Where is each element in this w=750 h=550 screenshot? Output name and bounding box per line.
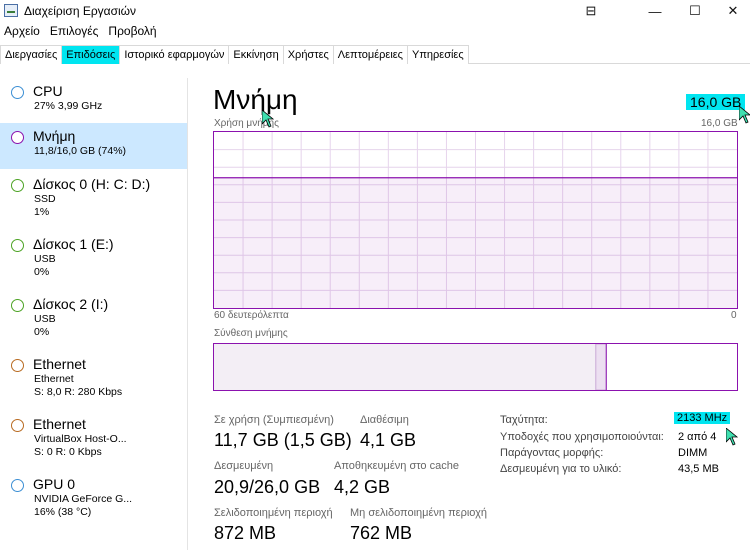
- hardware-reserved-label: Δεσμευμένη για το υλικό:: [500, 463, 622, 475]
- form-factor-value: DIMM: [678, 447, 708, 459]
- task-manager-icon: [4, 4, 18, 17]
- menu-bar: Αρχείο Επιλογές Προβολή: [0, 24, 163, 42]
- speed-value: 2133 MHz: [674, 412, 731, 424]
- committed-label: Δεσμευμένη: [214, 460, 274, 472]
- sidebar-item-ethernet-2[interactable]: Ethernet VirtualBox Host-O... S: 0 R: 0 …: [0, 411, 187, 458]
- disk-indicator-icon: [11, 299, 24, 312]
- tab-performance[interactable]: Επιδόσεις: [61, 45, 121, 64]
- tab-app-history[interactable]: Ιστορικό εφαρμογών: [119, 45, 230, 64]
- compact-view-icon[interactable]: ⊟: [568, 0, 614, 22]
- gpu-indicator-icon: [11, 479, 24, 492]
- menu-file[interactable]: Αρχείο: [0, 24, 46, 42]
- sidebar-item-detail: SSD: [34, 193, 56, 205]
- sidebar-item-usage: 0%: [34, 266, 50, 278]
- sidebar-item-detail: 27% 3,99 GHz: [34, 100, 103, 112]
- tab-services[interactable]: Υπηρεσίες: [406, 45, 469, 64]
- slots-value: 2 από 4: [678, 431, 717, 443]
- memory-composition-bar: [213, 343, 738, 391]
- memory-usage-chart: [213, 131, 738, 309]
- disk-indicator-icon: [11, 179, 24, 192]
- sidebar-item-ethernet-1[interactable]: Ethernet Ethernet S: 8,0 R: 280 Kbps: [0, 351, 187, 398]
- sidebar-item-label: Ethernet: [33, 416, 86, 432]
- sidebar-item-disk-2[interactable]: Δίσκος 2 (I:) USB 0%: [0, 291, 187, 338]
- sidebar-item-usage: 1%: [34, 206, 50, 218]
- non-paged-pool-label: Μη σελιδοποιημένη περιοχή: [350, 507, 487, 519]
- usage-area: [214, 177, 737, 308]
- sidebar-item-label: Δίσκος 0 (H: C: D:): [33, 176, 151, 192]
- sidebar-item-disk-1[interactable]: Δίσκος 1 (E:) USB 0%: [0, 231, 187, 278]
- sidebar-item-usage: S: 8,0 R: 280 Kbps: [34, 386, 123, 398]
- usage-chart-max: 16,0 GB: [701, 118, 738, 129]
- speed-label: Ταχύτητα:: [500, 414, 548, 426]
- sidebar-item-detail: NVIDIA GeForce G...: [34, 493, 133, 505]
- tab-details[interactable]: Λεπτομέρειες: [332, 45, 408, 64]
- composition-in-use: [214, 344, 596, 390]
- in-use-value: 11,7 GB (1,5 GB): [214, 430, 352, 450]
- cached-label: Αποθηκευμένη στο cache: [334, 460, 459, 472]
- tab-users[interactable]: Χρήστες: [282, 45, 334, 64]
- tab-bar: Διεργασίες Επιδόσεις Ιστορικό εφαρμογών …: [0, 45, 750, 64]
- memory-indicator-icon: [11, 131, 24, 144]
- composition-modified: [595, 344, 607, 390]
- sidebar-item-detail: USB: [34, 253, 56, 265]
- close-button[interactable]: ✕: [710, 0, 750, 22]
- ethernet-indicator-icon: [11, 359, 24, 372]
- time-axis-min: 0: [731, 310, 737, 321]
- sidebar-item-label: Ethernet: [33, 356, 86, 372]
- non-paged-pool-value: 762 MB: [350, 523, 413, 543]
- committed-value: 20,9/26,0 GB: [214, 477, 321, 497]
- total-memory-value: 16,0 GB: [686, 94, 746, 110]
- sidebar-item-detail: VirtualBox Host-O...: [34, 433, 127, 445]
- sidebar-item-gpu-0[interactable]: GPU 0 NVIDIA GeForce G... 16% (38 °C): [0, 471, 187, 518]
- window-title: Διαχείριση Εργασιών: [24, 4, 137, 18]
- sidebar-item-label: GPU 0: [33, 476, 76, 492]
- sidebar-item-label: Δίσκος 2 (I:): [33, 296, 109, 312]
- cpu-indicator-icon: [11, 86, 24, 99]
- sidebar-item-detail: Ethernet: [34, 373, 74, 385]
- sidebar-item-usage: 0%: [34, 326, 50, 338]
- sidebar-item-detail: USB: [34, 313, 56, 325]
- paged-pool-value: 872 MB: [214, 523, 277, 543]
- sidebar-item-usage: S: 0 R: 0 Kbps: [34, 446, 102, 458]
- form-factor-label: Παράγοντας μορφής:: [500, 447, 604, 459]
- performance-sidebar: CPU 27% 3,99 GHz Μνήμη 11,8/16,0 GB (74%…: [0, 78, 188, 550]
- slots-label: Υποδοχές που χρησιμοποιούνται:: [500, 431, 664, 443]
- paged-pool-label: Σελιδοποιημένη περιοχή: [214, 507, 333, 519]
- title-bar: Διαχείριση Εργασιών ⊟ — ☐ ✕: [0, 0, 750, 22]
- sidebar-item-label: Δίσκος 1 (E:): [33, 236, 114, 252]
- hardware-reserved-value: 43,5 MB: [678, 463, 719, 475]
- composition-label: Σύνθεση μνήμης: [214, 328, 288, 339]
- sidebar-item-label: CPU: [33, 83, 63, 99]
- sidebar-item-detail: 11,8/16,0 GB (74%): [34, 145, 127, 157]
- in-use-label: Σε χρήση (Συμπιεσμένη): [214, 414, 334, 426]
- disk-indicator-icon: [11, 239, 24, 252]
- tab-startup[interactable]: Εκκίνηση: [228, 45, 284, 64]
- available-value: 4,1 GB: [360, 430, 417, 450]
- ethernet-indicator-icon: [11, 419, 24, 432]
- menu-options[interactable]: Επιλογές: [46, 24, 105, 42]
- page-title: Μνήμη: [213, 84, 298, 115]
- menu-view[interactable]: Προβολή: [104, 24, 162, 42]
- available-label: Διαθέσιμη: [360, 414, 409, 426]
- sidebar-item-usage: 16% (38 °C): [34, 506, 92, 518]
- cached-value: 4,2 GB: [334, 477, 391, 497]
- cursor-arrow-icon: [726, 428, 738, 446]
- time-axis-label: 60 δευτερόλεπτα: [214, 310, 289, 321]
- sidebar-item-cpu[interactable]: CPU 27% 3,99 GHz: [0, 78, 187, 124]
- cursor-arrow-icon: [262, 110, 274, 128]
- tab-processes[interactable]: Διεργασίες: [0, 45, 63, 64]
- cursor-arrow-icon: [739, 106, 750, 124]
- sidebar-item-memory[interactable]: Μνήμη 11,8/16,0 GB (74%): [0, 123, 187, 169]
- sidebar-item-disk-0[interactable]: Δίσκος 0 (H: C: D:) SSD 1%: [0, 171, 187, 218]
- sidebar-item-label: Μνήμη: [33, 128, 76, 144]
